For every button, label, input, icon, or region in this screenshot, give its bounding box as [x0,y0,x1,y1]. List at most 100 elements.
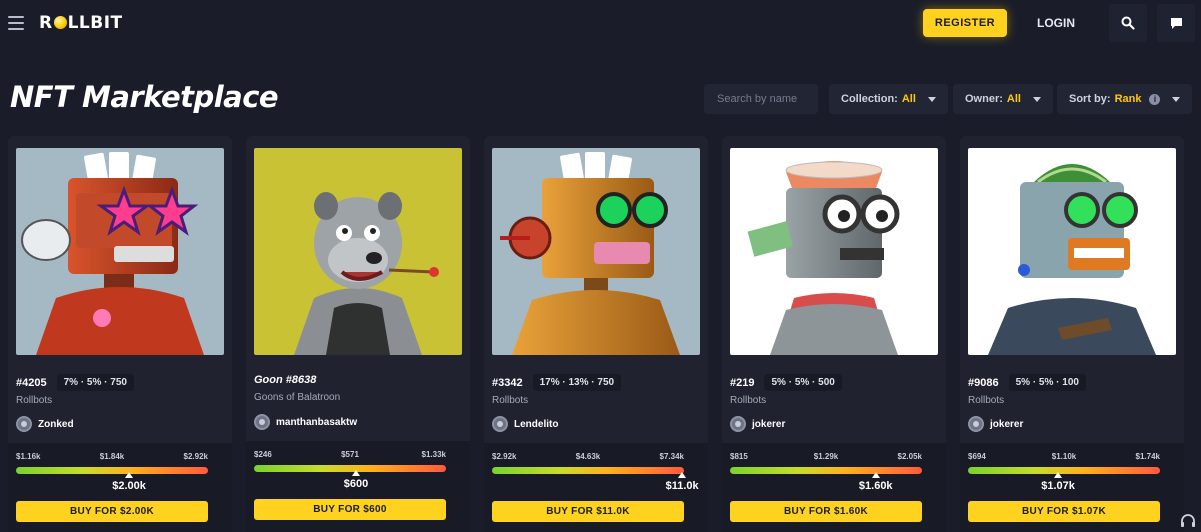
price-low: $2.92k [492,452,517,461]
nft-id: Goon #8638 [254,374,317,386]
nft-id-row: #9086 5% · 5% · 100 [968,374,1086,391]
price-range-box: $694 $1.10k $1.74k $1.07k BUY FOR $1.07K [960,443,1184,532]
avatar [254,414,270,430]
nft-card[interactable]: Goon #8638 Goons of Balatroon manthanbas… [246,136,470,532]
sort-filter[interactable]: Sort by: Rank i [1057,84,1193,114]
price-mid: $1.29k [813,452,839,461]
price-high: $7.34k [659,452,684,461]
nft-image[interactable] [16,148,224,355]
price-range-box: $1.16k $1.84k $2.92k $2.00k BUY FOR $2.0… [8,443,232,532]
nft-id: #9086 [968,376,999,389]
chat-icon [1170,17,1182,29]
price-range-labels: $815 $1.29k $2.05k [730,452,922,464]
nft-card[interactable]: #219 5% · 5% · 500 Rollbots jokerer $815… [722,136,946,532]
nft-collection[interactable]: Rollbots [968,395,1004,406]
sort-filter-value: Rank [1114,93,1142,105]
search-input[interactable] [704,84,818,114]
nft-collection[interactable]: Rollbots [16,395,52,406]
owner-row[interactable]: Zonked [16,416,74,432]
price-low: $246 [254,450,272,459]
nft-card[interactable]: #4205 7% · 5% · 750 Rollbots Zonked $1.1… [8,136,232,532]
current-price: $2.00k [112,480,146,492]
chat-button[interactable] [1157,4,1195,42]
buy-button[interactable]: BUY FOR $11.0K [492,501,684,522]
owner-name: Lendelito [514,418,559,430]
avatar [730,416,746,432]
nft-id-row: #3342 17% · 13% · 750 [492,374,622,391]
price-mid: $1.10k [1051,452,1077,461]
price-high: $1.33k [421,450,446,459]
owner-filter[interactable]: Owner: All [953,84,1053,114]
collection-filter[interactable]: Collection: All [829,84,948,114]
current-price: $1.07k [1041,480,1075,492]
nft-card[interactable]: #9086 5% · 5% · 100 Rollbots jokerer $69… [960,136,1184,532]
price-gradient-bar [16,467,208,474]
price-marker-icon [1054,472,1063,478]
headset-support-icon[interactable] [1180,513,1196,529]
buy-button[interactable]: BUY FOR $1.60K [730,501,922,522]
nft-image[interactable] [968,148,1176,355]
avatar [492,416,508,432]
price-low: $1.16k [16,452,41,461]
hamburger-icon[interactable] [8,16,24,30]
price-gradient-bar [730,467,922,474]
logo-text-post: LLBIT [67,13,123,33]
owner-row[interactable]: Lendelito [492,416,558,432]
collection-filter-value: All [901,93,916,105]
rollbit-logo[interactable]: R LLBIT [39,13,123,33]
collection-filter-label: Collection: [841,93,898,105]
nft-collection[interactable]: Rollbots [492,395,528,406]
nft-image[interactable] [492,148,700,355]
owner-name: manthanbasaktw [276,416,358,428]
owner-name: Zonked [38,418,74,430]
price-high: $2.05k [897,452,922,461]
logo-text-pre: R [39,13,53,33]
nft-id: #219 [730,376,755,389]
owner-row[interactable]: jokerer [968,416,1023,432]
nft-stats-pill: 7% · 5% · 750 [56,374,134,391]
price-low: $694 [968,452,986,461]
nft-image[interactable] [730,148,938,355]
price-range-labels: $2.92k $4.63k $7.34k [492,452,684,464]
avatar [16,416,32,432]
owner-filter-value: All [1006,93,1021,105]
avatar [968,416,984,432]
price-marker-icon [678,472,687,478]
nft-collection[interactable]: Rollbots [730,395,766,406]
rollbot-robot-icon [747,161,900,355]
chevron-down-icon [1172,96,1181,102]
price-mid: $4.63k [575,452,601,461]
login-button[interactable]: LOGIN [1030,9,1082,37]
register-button[interactable]: REGISTER [923,9,1007,37]
price-range-box: $815 $1.29k $2.05k $1.60k BUY FOR $1.60K [722,443,946,532]
sort-filter-label: Sort by: [1069,93,1111,105]
price-marker-icon [871,472,880,478]
buy-button[interactable]: BUY FOR $2.00K [16,501,208,522]
price-gradient-bar [254,465,446,472]
owner-row[interactable]: jokerer [730,416,785,432]
chevron-down-icon [1032,96,1041,102]
buy-button[interactable]: BUY FOR $600 [254,499,446,520]
goon-character-icon [294,192,439,355]
buy-button[interactable]: BUY FOR $1.07K [968,501,1160,522]
search-button[interactable] [1109,4,1147,42]
price-range-labels: $1.16k $1.84k $2.92k [16,452,208,464]
price-mid: $571 [341,450,359,459]
search-icon [1121,16,1135,30]
owner-row[interactable]: manthanbasaktw [254,414,357,430]
nft-image[interactable] [254,148,462,355]
price-high: $1.74k [1135,452,1160,461]
nft-id: #3342 [492,376,523,389]
price-range-labels: $694 $1.10k $1.74k [968,452,1160,464]
nft-card[interactable]: #3342 17% · 13% · 750 Rollbots Lendelito… [484,136,708,532]
rollbot-robot-icon [988,164,1156,355]
nft-collection[interactable]: Goons of Balatroon [254,392,340,403]
price-low: $815 [730,452,748,461]
owner-name: jokerer [990,418,1024,430]
current-price: $1.60k [858,480,893,492]
info-icon[interactable]: i [1149,93,1161,105]
price-range-box: $246 $571 $1.33k $600 BUY FOR $600 [246,441,470,532]
top-bar: R LLBIT REGISTER LOGIN [0,0,1201,48]
logo-o-icon [53,16,67,29]
price-range-box: $2.92k $4.63k $7.34k $11.0k BUY FOR $11.… [484,443,708,532]
